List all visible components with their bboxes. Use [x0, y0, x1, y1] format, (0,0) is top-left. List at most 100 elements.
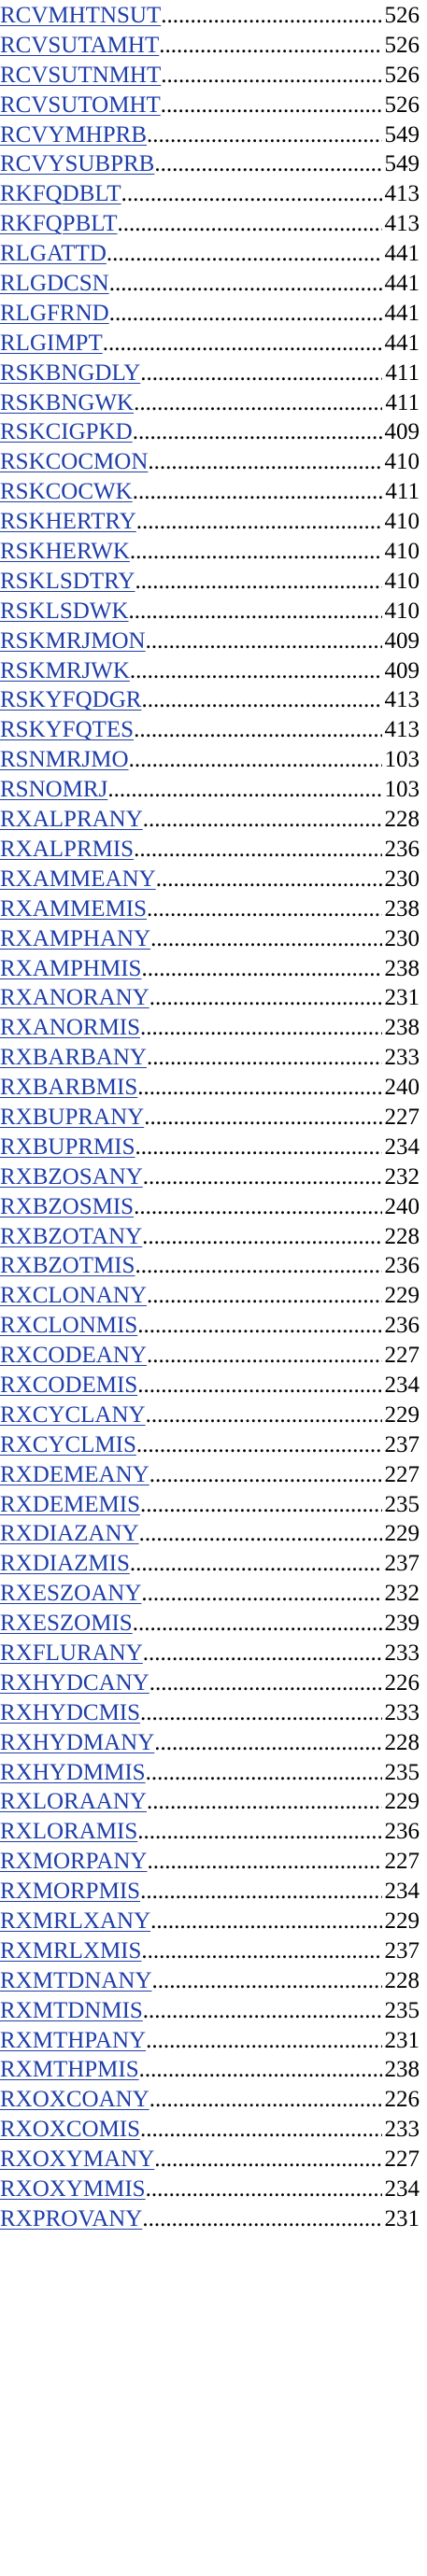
page-number: 549: [384, 121, 420, 148]
variable-link[interactable]: RXCODEMIS: [0, 1371, 137, 1401]
page-number: 230: [384, 925, 420, 951]
page-number: 237: [384, 1431, 420, 1457]
variable-link[interactable]: RSKCIGPKD: [0, 417, 133, 447]
variable-link[interactable]: RXANORMIS: [0, 1013, 140, 1043]
variable-link[interactable]: RXBZOTMIS: [0, 1251, 135, 1281]
dot-leader: [107, 239, 382, 269]
variable-link[interactable]: RSKYFQTES: [0, 715, 134, 745]
variable-link[interactable]: RXBUPRMIS: [0, 1133, 135, 1162]
variable-link[interactable]: RXMORPMIS: [0, 1877, 140, 1907]
variable-link[interactable]: RLGFRND: [0, 299, 109, 329]
variable-link[interactable]: RSKHERTRY: [0, 507, 136, 537]
variable-link[interactable]: RXMRLXMIS: [0, 1936, 141, 1966]
index-entry: RSKMRJMON 409: [0, 626, 420, 656]
variable-link[interactable]: RSNOMRJ: [0, 775, 107, 805]
variable-link[interactable]: RXCODEANY: [0, 1341, 147, 1371]
variable-link[interactable]: RXAMMEMIS: [0, 894, 147, 924]
variable-link[interactable]: RXCYCLANY: [0, 1401, 146, 1430]
index-entry: RXCYCLANY 229: [0, 1401, 420, 1430]
page-number: 441: [384, 241, 420, 267]
variable-link[interactable]: RKFQDBLT: [0, 179, 121, 209]
variable-link[interactable]: RSKBNGDLY: [0, 359, 140, 388]
variable-link[interactable]: RXDIAZANY: [0, 1519, 139, 1549]
dot-leader: [141, 685, 381, 715]
variable-link[interactable]: RLGIMPT: [0, 329, 103, 359]
variable-link[interactable]: RXAMPHMIS: [0, 954, 141, 984]
variable-link[interactable]: RXESZOANY: [0, 1579, 141, 1609]
variable-link[interactable]: RXALPRMIS: [0, 835, 134, 865]
dot-leader: [146, 2026, 381, 2056]
variable-link[interactable]: RXFLURANY: [0, 1639, 143, 1668]
variable-link[interactable]: RSNMRJMO: [0, 745, 129, 775]
variable-link[interactable]: RSKYFQDGR: [0, 685, 141, 715]
variable-link[interactable]: RXOXYMANY: [0, 2145, 154, 2175]
variable-link[interactable]: RXHYDMANY: [0, 1728, 154, 1758]
variable-link[interactable]: RXDIAZMIS: [0, 1549, 130, 1579]
dot-leader: [149, 1460, 382, 1490]
page-number: 232: [384, 1581, 420, 1607]
variable-link[interactable]: RXOXCOMIS: [0, 2115, 140, 2145]
variable-link[interactable]: RXMTHPANY: [0, 2026, 146, 2056]
variable-link[interactable]: RXHYDCMIS: [0, 1698, 140, 1728]
index-entry: RSKCIGPKD 409: [0, 417, 420, 447]
dot-leader: [140, 1490, 381, 1520]
variable-link[interactable]: RCVYSUBPRB: [0, 149, 154, 179]
index-entry: RSNOMRJ 103: [0, 775, 420, 805]
dot-leader: [146, 626, 382, 656]
variable-link[interactable]: RXCYCLMIS: [0, 1430, 136, 1460]
variable-link[interactable]: RXBUPRANY: [0, 1103, 144, 1133]
variable-link[interactable]: RKFQPBLT: [0, 209, 118, 239]
variable-link[interactable]: RXBZOSMIS: [0, 1192, 134, 1222]
index-entry: RSKHERWK 410: [0, 537, 420, 567]
variable-link[interactable]: RCVSUTNMHT: [0, 61, 161, 91]
dot-leader: [103, 329, 382, 359]
variable-link[interactable]: RXMTDNMIS: [0, 1996, 143, 2026]
page-number: 230: [384, 866, 420, 892]
variable-link[interactable]: RXMORPANY: [0, 1847, 147, 1877]
variable-link[interactable]: RXDEMEMIS: [0, 1490, 140, 1520]
variable-link[interactable]: RXALPRANY: [0, 805, 143, 835]
variable-link[interactable]: RXOXYMMIS: [0, 2175, 146, 2204]
index-entry: RXMTDNMIS 235: [0, 1996, 420, 2026]
variable-link[interactable]: RXHYDMMIS: [0, 1758, 146, 1788]
variable-link[interactable]: RCVSUTAMHT: [0, 31, 159, 61]
variable-link[interactable]: RXMTHPMIS: [0, 2055, 139, 2085]
page-number: 234: [384, 1372, 420, 1398]
variable-link[interactable]: RXLORAMIS: [0, 1817, 137, 1847]
variable-link[interactable]: RCVMHTNSUT: [0, 1, 161, 31]
variable-link[interactable]: RXMTDNANY: [0, 1966, 152, 1996]
variable-link[interactable]: RXANORANY: [0, 983, 149, 1013]
index-entry: RXDEMEMIS 235: [0, 1490, 420, 1520]
variable-link[interactable]: RSKHERWK: [0, 537, 130, 567]
dot-leader: [133, 477, 383, 507]
variable-link[interactable]: RXAMPHANY: [0, 924, 150, 954]
variable-link[interactable]: RSKMRJWK: [0, 656, 130, 686]
dot-leader: [147, 1341, 382, 1371]
variable-link[interactable]: RSKCOCWK: [0, 477, 133, 507]
variable-link[interactable]: RXHYDCANY: [0, 1668, 149, 1698]
variable-link[interactable]: RXBARBMIS: [0, 1073, 137, 1103]
variable-link[interactable]: RSKBNGWK: [0, 388, 134, 418]
variable-link[interactable]: RXOXCOANY: [0, 2085, 149, 2115]
variable-link[interactable]: RSKCOCMON: [0, 447, 148, 477]
variable-link[interactable]: RXBZOTANY: [0, 1222, 142, 1252]
variable-link[interactable]: RXCLONANY: [0, 1281, 147, 1311]
variable-link[interactable]: RXBARBANY: [0, 1043, 147, 1073]
variable-link[interactable]: RLGDCSN: [0, 269, 109, 299]
dot-leader: [135, 1133, 382, 1162]
dot-leader: [121, 179, 382, 209]
variable-link[interactable]: RXPROVANY: [0, 2204, 142, 2234]
variable-link[interactable]: RXLORAANY: [0, 1787, 147, 1817]
variable-link[interactable]: RXMRLXANY: [0, 1907, 150, 1936]
variable-link[interactable]: RXAMMEANY: [0, 865, 156, 894]
variable-link[interactable]: RCVYMHPRB: [0, 120, 147, 150]
variable-link[interactable]: RSKMRJMON: [0, 626, 146, 656]
variable-link[interactable]: RLGATTD: [0, 239, 107, 269]
variable-link[interactable]: RSKLSDWK: [0, 597, 129, 626]
variable-link[interactable]: RXCLONMIS: [0, 1311, 137, 1341]
variable-link[interactable]: RXBZOSANY: [0, 1162, 143, 1192]
variable-link[interactable]: RXDEMEANY: [0, 1460, 149, 1490]
variable-link[interactable]: RSKLSDTRY: [0, 567, 135, 597]
variable-link[interactable]: RXESZOMIS: [0, 1609, 133, 1639]
variable-link[interactable]: RCVSUTOMHT: [0, 91, 161, 120]
